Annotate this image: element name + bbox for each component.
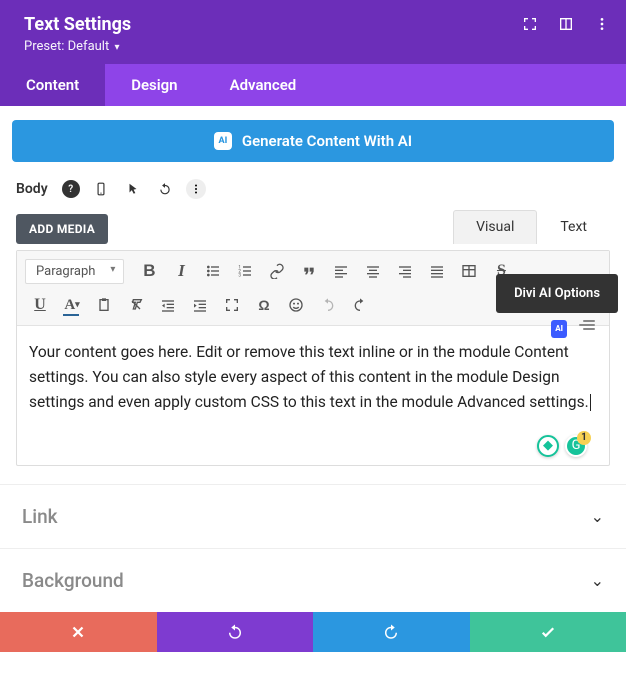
link-label: Link [22,505,58,528]
ai-options-tooltip: Divi AI Options [496,274,618,313]
undo-footer-button[interactable] [157,612,314,652]
modal-footer [0,612,626,652]
underline-button[interactable]: U [25,291,55,319]
chevron-down-icon: ⌄ [591,571,604,590]
number-list-button[interactable]: 123 [230,257,260,285]
align-left-button[interactable] [326,257,356,285]
clear-format-button[interactable] [121,291,151,319]
tab-advanced[interactable]: Advanced [204,64,323,106]
phone-icon[interactable] [90,178,112,200]
special-char-button[interactable]: Ω [249,291,279,319]
hover-icon[interactable] [122,178,144,200]
indent-button[interactable] [185,291,215,319]
paste-button[interactable] [89,291,119,319]
preset-prefix: Preset: [24,39,64,54]
tab-design[interactable]: Design [105,64,203,106]
align-center-button[interactable] [358,257,388,285]
ai-inline-button[interactable]: AI [551,320,567,338]
link-button[interactable] [262,257,292,285]
undo-button[interactable] [313,291,343,319]
generate-ai-button[interactable]: AI Generate Content With AI [12,120,614,162]
body-field-header: Body ? [16,178,614,200]
cancel-button[interactable] [0,612,157,652]
body-more-icon[interactable] [186,179,206,199]
background-section[interactable]: Background ⌄ [0,548,626,612]
preset-selector[interactable]: Preset: Default ▾ [24,39,602,54]
align-justify-button[interactable] [422,257,452,285]
grammarly-icon[interactable]: G1 [565,435,587,457]
chevron-down-icon: ⌄ [591,507,604,526]
reset-icon[interactable] [154,178,176,200]
table-button[interactable] [454,257,484,285]
visual-tab[interactable]: Visual [453,210,537,244]
link-section[interactable]: Link ⌄ [0,484,626,548]
modal-header: Text Settings Preset: Default ▾ [0,0,626,64]
emoji-button[interactable] [281,291,311,319]
grammarly-count: 1 [577,431,591,445]
expand-icon[interactable] [522,16,538,36]
text-tab[interactable]: Text [537,210,610,244]
ai-button-label: Generate Content With AI [242,132,412,150]
outdent-button[interactable] [153,291,183,319]
quote-button[interactable] [294,257,324,285]
ai-badge-icon: AI [214,132,232,150]
svg-text:3: 3 [239,272,242,278]
caret-down-icon: ▾ [114,42,119,53]
bullet-list-button[interactable] [198,257,228,285]
settings-tabs: Content Design Advanced [0,64,626,106]
text-cursor [590,394,591,411]
columns-icon[interactable] [558,16,574,36]
fullscreen-button[interactable] [217,291,247,319]
text-color-button[interactable]: A ▾ [57,291,87,319]
grammarly-widget[interactable]: ◆ G1 [537,435,587,457]
tab-content[interactable]: Content [0,64,105,106]
editor-content[interactable]: AI Your content goes here. Edit or remov… [17,326,609,465]
editor-text: Your content goes here. Edit or remove t… [29,343,589,411]
background-label: Background [22,569,124,592]
preset-value: Default [68,39,110,54]
assistant-icon[interactable]: ◆ [537,435,559,457]
redo-footer-button[interactable] [313,612,470,652]
more-vert-icon[interactable] [594,16,610,36]
editor-view-tabs: Visual Text [453,210,610,244]
redo-button[interactable] [345,291,375,319]
bold-button[interactable]: B [134,257,164,285]
add-media-button[interactable]: ADD MEDIA [16,214,108,244]
modal-title: Text Settings [24,14,602,35]
help-icon[interactable]: ? [62,180,80,198]
format-select[interactable]: Paragraph [25,259,124,284]
body-label: Body [16,181,48,197]
align-right-button[interactable] [390,257,420,285]
italic-button[interactable]: I [166,257,196,285]
save-button[interactable] [470,612,626,652]
inline-menu-icon[interactable] [577,320,595,338]
